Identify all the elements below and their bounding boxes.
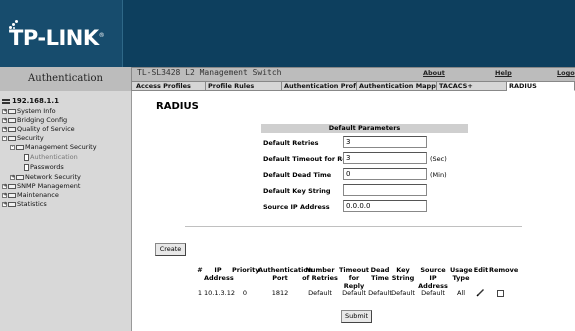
submit-button[interactable]: Submit bbox=[341, 310, 372, 323]
param-label: Default Key String bbox=[263, 187, 331, 195]
folder-icon bbox=[8, 126, 16, 132]
about-link[interactable]: About bbox=[423, 69, 445, 77]
section-title: Authentication bbox=[0, 67, 132, 91]
expand-icon[interactable]: + bbox=[2, 192, 7, 198]
sidebar-item-snmp-management[interactable]: + SNMP Management bbox=[2, 182, 80, 190]
table-cell: 10.1.3.12 bbox=[204, 289, 236, 297]
expand-icon[interactable]: + bbox=[2, 108, 7, 114]
source-ip-address-input[interactable]: 0.0.0.0 bbox=[343, 200, 427, 212]
default-parameters-header: Default Parameters bbox=[261, 124, 468, 133]
table-cell: Default bbox=[421, 289, 445, 297]
sidebar-item-management-security[interactable]: - Management Security bbox=[10, 143, 97, 151]
column-header: Source IP Address bbox=[418, 266, 448, 290]
device-icon bbox=[2, 98, 10, 104]
param-row-source-ip: Source IP Address 0.0.0.0 bbox=[261, 199, 468, 215]
column-header: # bbox=[197, 266, 203, 274]
expand-icon[interactable]: + bbox=[10, 174, 15, 180]
create-button[interactable]: Create bbox=[155, 243, 186, 256]
logo: TP-LINK® bbox=[9, 26, 105, 50]
tree-root[interactable]: 192.168.1.1 bbox=[2, 97, 59, 105]
tab-access-profiles[interactable]: Access Profiles bbox=[134, 82, 206, 91]
column-header: Dead Time bbox=[370, 266, 390, 282]
table-cell: 1 bbox=[197, 289, 203, 297]
tab-radius[interactable]: RADIUS bbox=[507, 82, 575, 91]
table-cell: Default bbox=[391, 289, 415, 297]
param-label: Source IP Address bbox=[263, 203, 330, 211]
param-row-retries: Default Retries 3 bbox=[261, 135, 468, 151]
collapse-icon[interactable]: - bbox=[10, 144, 15, 150]
column-header: Timeout for Reply bbox=[338, 266, 370, 290]
tab-tacacs[interactable]: TACACS+ bbox=[437, 82, 507, 91]
column-header: Key String bbox=[391, 266, 415, 282]
sidebar-item-bridging-config[interactable]: + Bridging Config bbox=[2, 116, 67, 124]
folder-icon bbox=[8, 117, 16, 123]
collapse-icon[interactable]: - bbox=[2, 135, 7, 141]
divider bbox=[185, 226, 522, 227]
help-link[interactable]: Help bbox=[495, 69, 512, 77]
folder-icon bbox=[8, 192, 16, 198]
table-cell: Default bbox=[308, 289, 332, 297]
table-cell: All bbox=[456, 289, 466, 297]
banner: TP-LINK® bbox=[0, 0, 575, 67]
param-row-timeout: Default Timeout for Reply 3 (Sec) bbox=[261, 151, 468, 167]
param-row-dead-time: Default Dead Time 0 (Min) bbox=[261, 167, 468, 183]
folder-icon bbox=[8, 135, 16, 141]
remove-checkbox[interactable] bbox=[497, 290, 504, 297]
sidebar-item-authentication[interactable]: Authentication bbox=[24, 153, 78, 161]
param-unit: (Min) bbox=[430, 171, 447, 179]
folder-icon bbox=[8, 201, 16, 207]
sidebar-item-passwords[interactable]: Passwords bbox=[24, 163, 64, 171]
default-dead-time-input[interactable]: 0 bbox=[343, 168, 427, 180]
column-header: Number of Retries bbox=[302, 266, 338, 282]
column-header: Authentication Port bbox=[258, 266, 313, 282]
folder-icon bbox=[16, 144, 24, 150]
expand-icon[interactable]: + bbox=[2, 201, 7, 207]
page-title: RADIUS bbox=[156, 101, 199, 112]
default-key-string-input[interactable] bbox=[343, 184, 427, 196]
expand-icon[interactable]: + bbox=[2, 126, 7, 132]
expand-icon[interactable]: + bbox=[2, 183, 7, 189]
column-header: Remove bbox=[489, 266, 519, 274]
expand-icon[interactable]: + bbox=[2, 117, 7, 123]
sidebar-item-network-security[interactable]: + Network Security bbox=[10, 173, 81, 181]
folder-icon bbox=[16, 174, 24, 180]
tab-authentication-mapping[interactable]: Authentication Mapping bbox=[357, 82, 437, 91]
switch-title: TL-SL3428 L2 Management Switch bbox=[137, 68, 282, 77]
edit-pencil-icon[interactable] bbox=[476, 288, 485, 297]
default-timeout-input[interactable]: 3 bbox=[343, 152, 427, 164]
tab-authentication-profiles[interactable]: Authentication Profiles bbox=[282, 82, 357, 91]
table-cell: Default bbox=[342, 289, 366, 297]
sidebar-item-maintenance[interactable]: + Maintenance bbox=[2, 191, 59, 199]
param-row-key-string: Default Key String bbox=[261, 183, 468, 199]
column-header: Edit bbox=[473, 266, 489, 274]
tab-bar: Access Profiles Profile Rules Authentica… bbox=[132, 81, 575, 91]
sidebar: 192.168.1.1 + System Info + Bridging Confi… bbox=[0, 91, 132, 331]
table-cell: Default bbox=[368, 289, 392, 297]
column-header: Usage Type bbox=[450, 266, 473, 282]
column-header: IP Address bbox=[204, 266, 234, 282]
default-retries-input[interactable]: 3 bbox=[343, 136, 427, 148]
default-parameters-table: Default Parameters Default Retries 3 Def… bbox=[261, 124, 468, 212]
page-icon bbox=[24, 163, 29, 171]
tab-profile-rules[interactable]: Profile Rules bbox=[206, 82, 282, 91]
param-unit: (Sec) bbox=[430, 155, 447, 163]
page-icon bbox=[24, 153, 29, 161]
table-cell: 1812 bbox=[271, 289, 289, 297]
folder-icon bbox=[8, 183, 16, 189]
sidebar-item-statistics[interactable]: + Statistics bbox=[2, 200, 47, 208]
sidebar-item-quality-of-service[interactable]: + Quality of Service bbox=[2, 125, 75, 133]
param-label: Default Dead Time bbox=[263, 171, 332, 179]
folder-icon bbox=[8, 108, 16, 114]
banner-stripe bbox=[122, 0, 575, 67]
sidebar-item-system-info[interactable]: + System Info bbox=[2, 107, 56, 115]
column-header: Priority bbox=[232, 266, 260, 274]
sidebar-item-security[interactable]: - Security bbox=[2, 134, 44, 142]
param-label: Default Retries bbox=[263, 139, 319, 147]
logout-link[interactable]: Logo bbox=[557, 69, 575, 77]
table-cell: 0 bbox=[242, 289, 248, 297]
